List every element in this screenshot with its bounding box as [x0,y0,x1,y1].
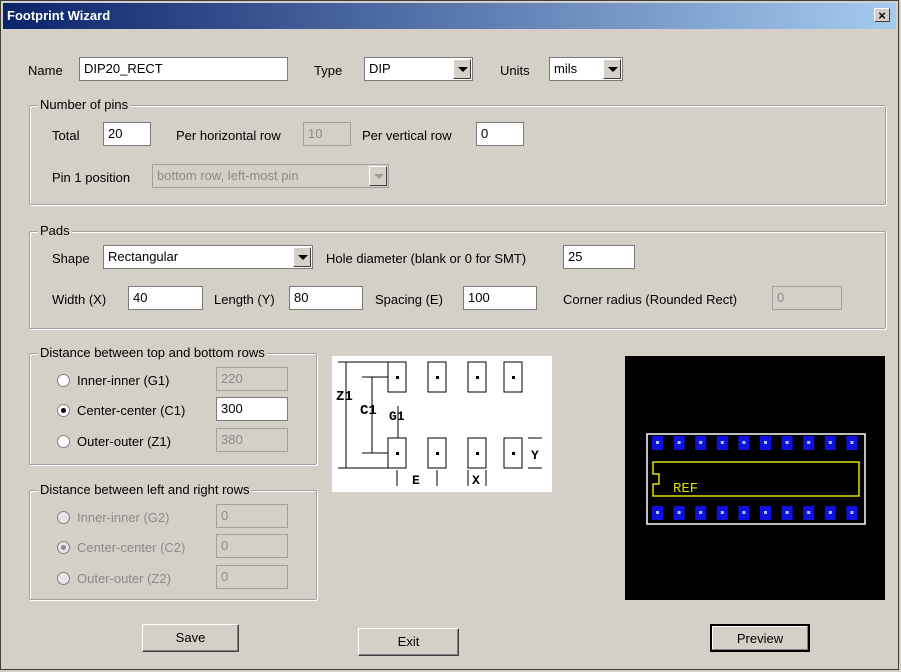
preview-button[interactable]: Preview [710,624,810,652]
preview-pad-hole [785,511,789,514]
chevron-down-icon [369,166,387,186]
preview-pad-hole [764,441,767,444]
number-of-pins-legend: Number of pins [38,97,131,112]
pin1-position-select: bottom row, left-most pin [152,164,389,188]
preview-pad-hole [764,511,767,514]
per-horizontal-row-label: Per horizontal row [176,128,281,143]
dimension-diagram: Z1 C1 G1 E X Y [332,356,552,492]
total-pins-label: Total [52,128,80,143]
spacing-label: Spacing (E) [375,292,443,307]
top-bottom-rows-legend: Distance between top and bottom rows [38,345,267,360]
outer-outer-z2-radio [57,572,70,585]
preview-pad-hole [742,441,746,444]
type-select-value: DIP [369,61,391,76]
corner-radius-label: Corner radius (Rounded Rect) [563,292,738,307]
units-select-value: mils [554,61,578,76]
length-input[interactable]: 80 [289,286,363,310]
preview-pad-hole [807,441,811,444]
g1-label: G1 [389,409,405,424]
preview-pad-hole [656,441,659,444]
outer-outer-z2-label: Outer-outer (Z2) [77,571,171,586]
inner-inner-g2-label: Inner-inner (G2) [77,510,170,525]
center-center-c1-input[interactable]: 300 [216,397,288,421]
outer-outer-z1-radio[interactable] [57,435,70,448]
inner-inner-g2-input: 0 [216,504,288,528]
units-select[interactable]: mils [549,57,623,81]
per-vertical-row-input[interactable]: 0 [476,122,524,146]
preview-pad-hole [677,441,681,444]
preview-pad-hole [828,511,832,514]
outer-outer-z1-label: Outer-outer (Z1) [77,434,171,449]
z1-label: Z1 [336,389,353,405]
width-label: Width (X) [52,292,107,307]
x-label: X [472,473,480,488]
preview-pad-hole [699,511,703,514]
y-label: Y [531,448,539,463]
close-icon[interactable]: × [874,8,890,22]
footprint-preview: REF [625,356,885,600]
preview-pad-hole [720,511,724,514]
number-of-pins-group: Number of pins [29,97,886,205]
corner-radius-input: 0 [772,286,842,310]
units-label: Units [500,63,530,78]
e-label: E [412,473,420,488]
hole-diameter-label: Hole diameter (blank or 0 for SMT) [326,251,527,266]
type-label: Type [314,63,343,78]
center-center-c1-label: Center-center (C1) [77,403,186,418]
ref-designator: REF [673,481,698,497]
center-center-c1-radio[interactable] [57,404,70,417]
shape-select[interactable]: Rectangular [103,245,313,269]
shape-select-value: Rectangular [108,249,179,264]
center-center-c2-input: 0 [216,534,288,558]
preview-pad-hole [677,511,681,514]
preview-pad-hole [720,441,724,444]
outer-outer-z2-input: 0 [216,565,288,589]
preview-pad-hole [656,511,659,514]
name-input[interactable]: DIP20_RECT [79,57,288,81]
window-title: Footprint Wizard [7,8,111,23]
preview-pad-hole [785,441,789,444]
preview-pad-hole [850,441,854,444]
save-button[interactable]: Save [142,624,239,652]
left-right-rows-legend: Distance between left and right rows [38,482,252,497]
hole-diameter-input[interactable]: 25 [563,245,635,269]
inner-inner-g1-radio[interactable] [57,374,70,387]
inner-inner-g1-label: Inner-inner (G1) [77,373,170,388]
per-vertical-row-label: Per vertical row [362,128,452,143]
inner-inner-g2-radio [57,511,70,524]
per-horizontal-row-input: 10 [303,122,351,146]
width-input[interactable]: 40 [128,286,203,310]
center-center-c2-label: Center-center (C2) [77,540,186,555]
length-label: Length (Y) [214,292,275,307]
type-select[interactable]: DIP [364,57,473,81]
title-bar: Footprint Wizard × [3,3,896,29]
dimension-diagram-svg: Z1 C1 G1 E X Y [336,361,542,488]
exit-button[interactable]: Exit [358,628,459,656]
pin1-position-label: Pin 1 position [52,170,131,185]
chevron-down-icon[interactable] [293,247,311,267]
chevron-down-icon[interactable] [453,59,471,79]
total-pins-input[interactable]: 20 [103,122,151,146]
footprint-preview-svg: REF [646,433,866,525]
chevron-down-icon[interactable] [603,59,621,79]
inner-inner-g1-input: 220 [216,367,288,391]
pads-legend: Pads [38,223,72,238]
preview-pad-hole [742,511,746,514]
center-center-c2-radio [57,541,70,554]
pin1-position-value: bottom row, left-most pin [157,168,299,183]
preview-pad-hole [850,511,854,514]
c1-label: C1 [360,403,377,419]
preview-pad-hole [807,511,811,514]
shape-label: Shape [52,251,90,266]
preview-pad-hole [699,441,703,444]
outer-outer-z1-input: 380 [216,428,288,452]
name-label: Name [28,63,63,78]
preview-pad-hole [828,441,832,444]
spacing-input[interactable]: 100 [463,286,537,310]
